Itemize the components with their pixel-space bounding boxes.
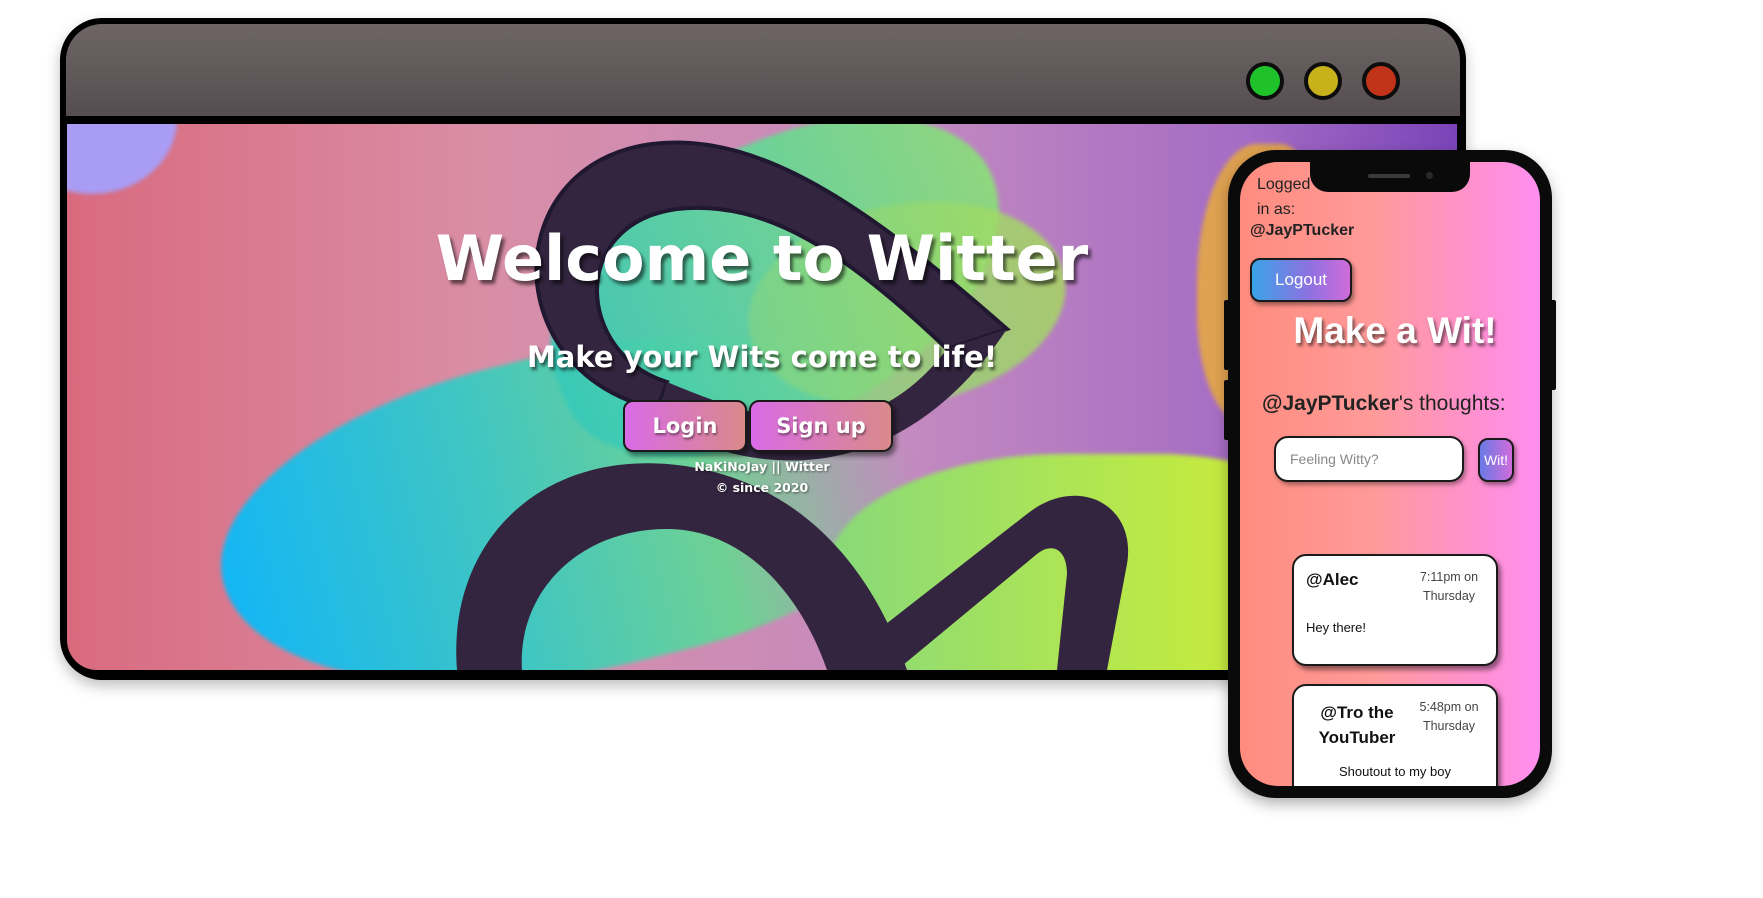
browser-titlebar bbox=[66, 24, 1460, 116]
wit-timestamp: 5:48pm on Thursday bbox=[1419, 700, 1479, 733]
wit-input[interactable] bbox=[1274, 436, 1464, 482]
mobile-app-screen: Logged in as: @JayPTucker Logout Make a … bbox=[1240, 162, 1540, 786]
wit-text: Hey there! bbox=[1306, 620, 1366, 635]
thoughts-suffix: 's thoughts: bbox=[1398, 392, 1506, 415]
wit-author: @Alec bbox=[1306, 570, 1359, 589]
window-maximize-button[interactable] bbox=[1246, 62, 1284, 100]
phone-notch bbox=[1310, 162, 1470, 192]
login-button[interactable]: Login bbox=[623, 400, 747, 452]
phone-device: Logged in as: @JayPTucker Logout Make a … bbox=[1224, 150, 1556, 798]
thoughts-username: @JayPTucker bbox=[1262, 392, 1399, 415]
wit-author: @Tro the YouTuber bbox=[1318, 703, 1396, 747]
thoughts-heading: @JayPTucker's thoughts: bbox=[1262, 392, 1506, 416]
phone-power-button bbox=[1550, 300, 1556, 390]
phone-volume-button bbox=[1224, 380, 1230, 440]
window-close-button[interactable] bbox=[1362, 62, 1400, 100]
make-wit-title: Make a Wit! bbox=[1293, 310, 1497, 351]
wit-timestamp: 7:11pm on Thursday bbox=[1419, 570, 1479, 603]
wit-submit-button[interactable]: Wit! bbox=[1478, 438, 1514, 482]
wit-card[interactable]: @Alec 7:11pm on Thursday Hey there! bbox=[1292, 554, 1498, 666]
wit-text: Shoutout to my boy bbox=[1338, 764, 1451, 779]
window-minimize-button[interactable] bbox=[1304, 62, 1342, 100]
logged-in-username: @JayPTucker bbox=[1250, 222, 1355, 239]
signup-button[interactable]: Sign up bbox=[749, 400, 893, 452]
phone-volume-button bbox=[1224, 300, 1230, 370]
speaker-icon bbox=[1368, 174, 1410, 178]
logout-button[interactable]: Logout bbox=[1250, 258, 1352, 302]
camera-icon bbox=[1426, 172, 1433, 179]
wit-card[interactable]: @Tro the YouTuber 5:48pm on Thursday Sho… bbox=[1292, 684, 1498, 786]
